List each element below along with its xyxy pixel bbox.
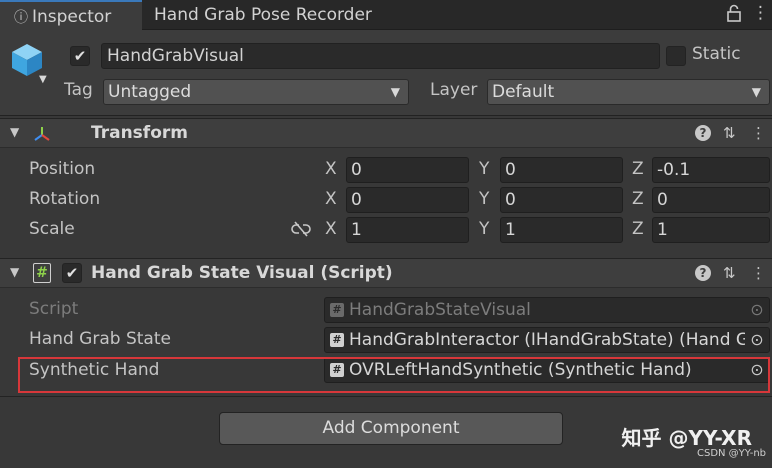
layer-value: Default — [492, 82, 555, 102]
chevron-down-icon: ▼ — [390, 85, 400, 99]
rotation-label: Rotation — [29, 189, 101, 209]
tag-value: Untagged — [108, 82, 192, 102]
chevron-down-icon[interactable]: ▼ — [39, 74, 47, 85]
position-z-input[interactable]: -0.1 — [652, 157, 770, 183]
kebab-menu-icon[interactable]: ⋮ — [751, 124, 766, 142]
script-label: Script — [29, 299, 79, 319]
rotation-x-input[interactable]: 0 — [346, 187, 469, 213]
rotation-z-input[interactable]: 0 — [652, 187, 770, 213]
axis-y-label: Y — [479, 189, 490, 209]
script-reference-value: HandGrabStateVisual — [349, 300, 531, 320]
axis-z-label: Z — [632, 159, 644, 179]
scale-label: Scale — [29, 219, 75, 239]
layer-dropdown[interactable]: Default ▼ — [487, 79, 770, 105]
add-component-button[interactable]: Add Component — [219, 412, 563, 445]
position-y-input[interactable]: 0 — [500, 157, 623, 183]
tab-inspector[interactable]: ⓘ Inspector — [0, 0, 142, 30]
static-label: Static — [692, 44, 741, 64]
axis-z-label: Z — [632, 189, 644, 209]
active-checkbox[interactable]: ✔ — [70, 46, 90, 66]
scale-y-input[interactable]: 1 — [500, 217, 623, 243]
axis-x-label: X — [325, 189, 337, 209]
hand-grab-state-label: Hand Grab State — [29, 329, 171, 349]
help-icon[interactable]: ? — [695, 125, 711, 141]
tag-dropdown[interactable]: Untagged ▼ — [103, 79, 409, 105]
script-hash-icon: # — [330, 303, 344, 317]
tab-hand-grab-pose-recorder[interactable]: Hand Grab Pose Recorder — [142, 0, 402, 30]
divider — [0, 396, 772, 397]
info-icon: ⓘ — [14, 10, 28, 26]
axis-x-label: X — [325, 159, 337, 179]
scale-z-input[interactable]: 1 — [652, 217, 770, 243]
gameobject-cube-icon[interactable] — [10, 42, 44, 78]
scale-x-input[interactable]: 1 — [346, 217, 469, 243]
kebab-menu-icon[interactable]: ⋮ — [751, 264, 766, 282]
kebab-menu-icon[interactable]: ⋮ — [752, 3, 769, 23]
lock-icon[interactable] — [727, 4, 741, 27]
script-enabled-checkbox[interactable]: ✔ — [62, 263, 82, 283]
presets-icon[interactable]: ⇅ — [723, 124, 736, 142]
position-label: Position — [29, 159, 96, 179]
tab-inspector-label: Inspector — [32, 7, 112, 27]
position-x-input[interactable]: 0 — [346, 157, 469, 183]
transform-icon — [34, 127, 50, 141]
chevron-down-icon: ▼ — [751, 85, 761, 99]
script-component-header[interactable]: ▼ # ✔ Hand Grab State Visual (Script) ? … — [0, 258, 772, 288]
layer-label: Layer — [430, 80, 478, 100]
hand-grab-state-value: HandGrabInteractor (IHandGrabState) (Han… — [349, 330, 750, 350]
static-checkbox[interactable] — [666, 46, 686, 66]
fold-arrow-icon[interactable]: ▼ — [10, 125, 19, 139]
object-picker-icon: ⊙ — [745, 298, 769, 322]
axis-x-label: X — [325, 219, 337, 239]
credit-text: CSDN @YY-nb — [696, 448, 766, 459]
gameobject-header: ▼ ✔ HandGrabVisual Static Tag Untagged ▼… — [0, 30, 772, 116]
axis-y-label: Y — [479, 219, 490, 239]
help-icon[interactable]: ? — [695, 265, 711, 281]
script-component-title: Hand Grab State Visual (Script) — [91, 263, 393, 283]
object-picker-icon[interactable]: ⊙ — [745, 328, 769, 352]
transform-title: Transform — [91, 123, 188, 143]
rotation-y-input[interactable]: 0 — [500, 187, 623, 213]
script-file-icon: # — [33, 263, 51, 283]
red-highlight-box — [18, 357, 770, 393]
tab-bar: ⓘ Inspector Hand Grab Pose Recorder ⋮ — [0, 0, 772, 30]
axis-y-label: Y — [479, 159, 490, 179]
transform-header[interactable]: ▼ Transform ? ⇅ ⋮ — [0, 118, 772, 148]
script-hash-icon: # — [330, 333, 344, 347]
hand-grab-state-field[interactable]: # HandGrabInteractor (IHandGrabState) (H… — [324, 327, 770, 353]
tag-label: Tag — [64, 80, 93, 100]
script-reference-field: # HandGrabStateVisual ⊙ — [324, 297, 770, 323]
watermark-text: 知乎 @YY-XR — [621, 426, 752, 450]
constrain-proportions-icon[interactable] — [291, 220, 311, 238]
axis-z-label: Z — [632, 219, 644, 239]
tab-recorder-label: Hand Grab Pose Recorder — [154, 5, 372, 25]
gameobject-name-input[interactable]: HandGrabVisual — [101, 43, 660, 69]
fold-arrow-icon[interactable]: ▼ — [10, 265, 19, 279]
presets-icon[interactable]: ⇅ — [723, 264, 736, 282]
